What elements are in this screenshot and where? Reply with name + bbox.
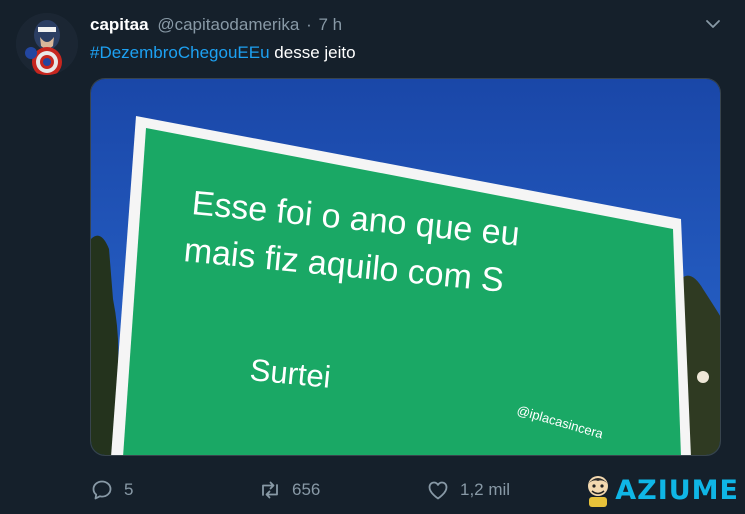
reply-button[interactable]: 5 (90, 476, 133, 504)
aziume-watermark: AZIUME (581, 470, 739, 510)
watermark-text: AZIUME (615, 474, 739, 506)
tweet-card: capitaa @capitaodamerika · 7 h #Dezembro… (0, 0, 745, 514)
reply-count: 5 (124, 480, 134, 499)
tweet-text: #DezembroChegouEEu desse jeito (90, 42, 356, 64)
retweet-button[interactable]: 656 (258, 476, 320, 504)
retweet-icon (262, 481, 278, 499)
display-name[interactable]: capitaa (90, 15, 149, 34)
tweet-header: capitaa @capitaodamerika · 7 h (90, 14, 342, 36)
user-handle[interactable]: @capitaodamerika (157, 15, 299, 34)
like-button[interactable]: 1,2 mil (426, 476, 510, 504)
heart-icon (428, 481, 448, 500)
avatar[interactable] (16, 13, 78, 75)
captain-america-avatar (16, 13, 78, 75)
timestamp[interactable]: 7 h (318, 15, 342, 34)
retweet-count: 656 (292, 480, 321, 499)
tweet-image[interactable]: Esse foi o ano que eu mais fiz aquilo co… (90, 78, 721, 456)
hashtag-link[interactable]: #DezembroChegouEEu (90, 43, 270, 62)
like-count: 1,2 mil (460, 480, 511, 499)
chevron-down-icon (706, 20, 720, 28)
reply-icon (92, 480, 112, 500)
separator: · (306, 15, 312, 34)
aziume-logo-icon (588, 476, 609, 507)
highway-sign-photo: Esse foi o ano que eu mais fiz aquilo co… (91, 79, 720, 455)
tweet-body: desse jeito (269, 43, 356, 62)
more-options-button[interactable] (703, 14, 723, 34)
